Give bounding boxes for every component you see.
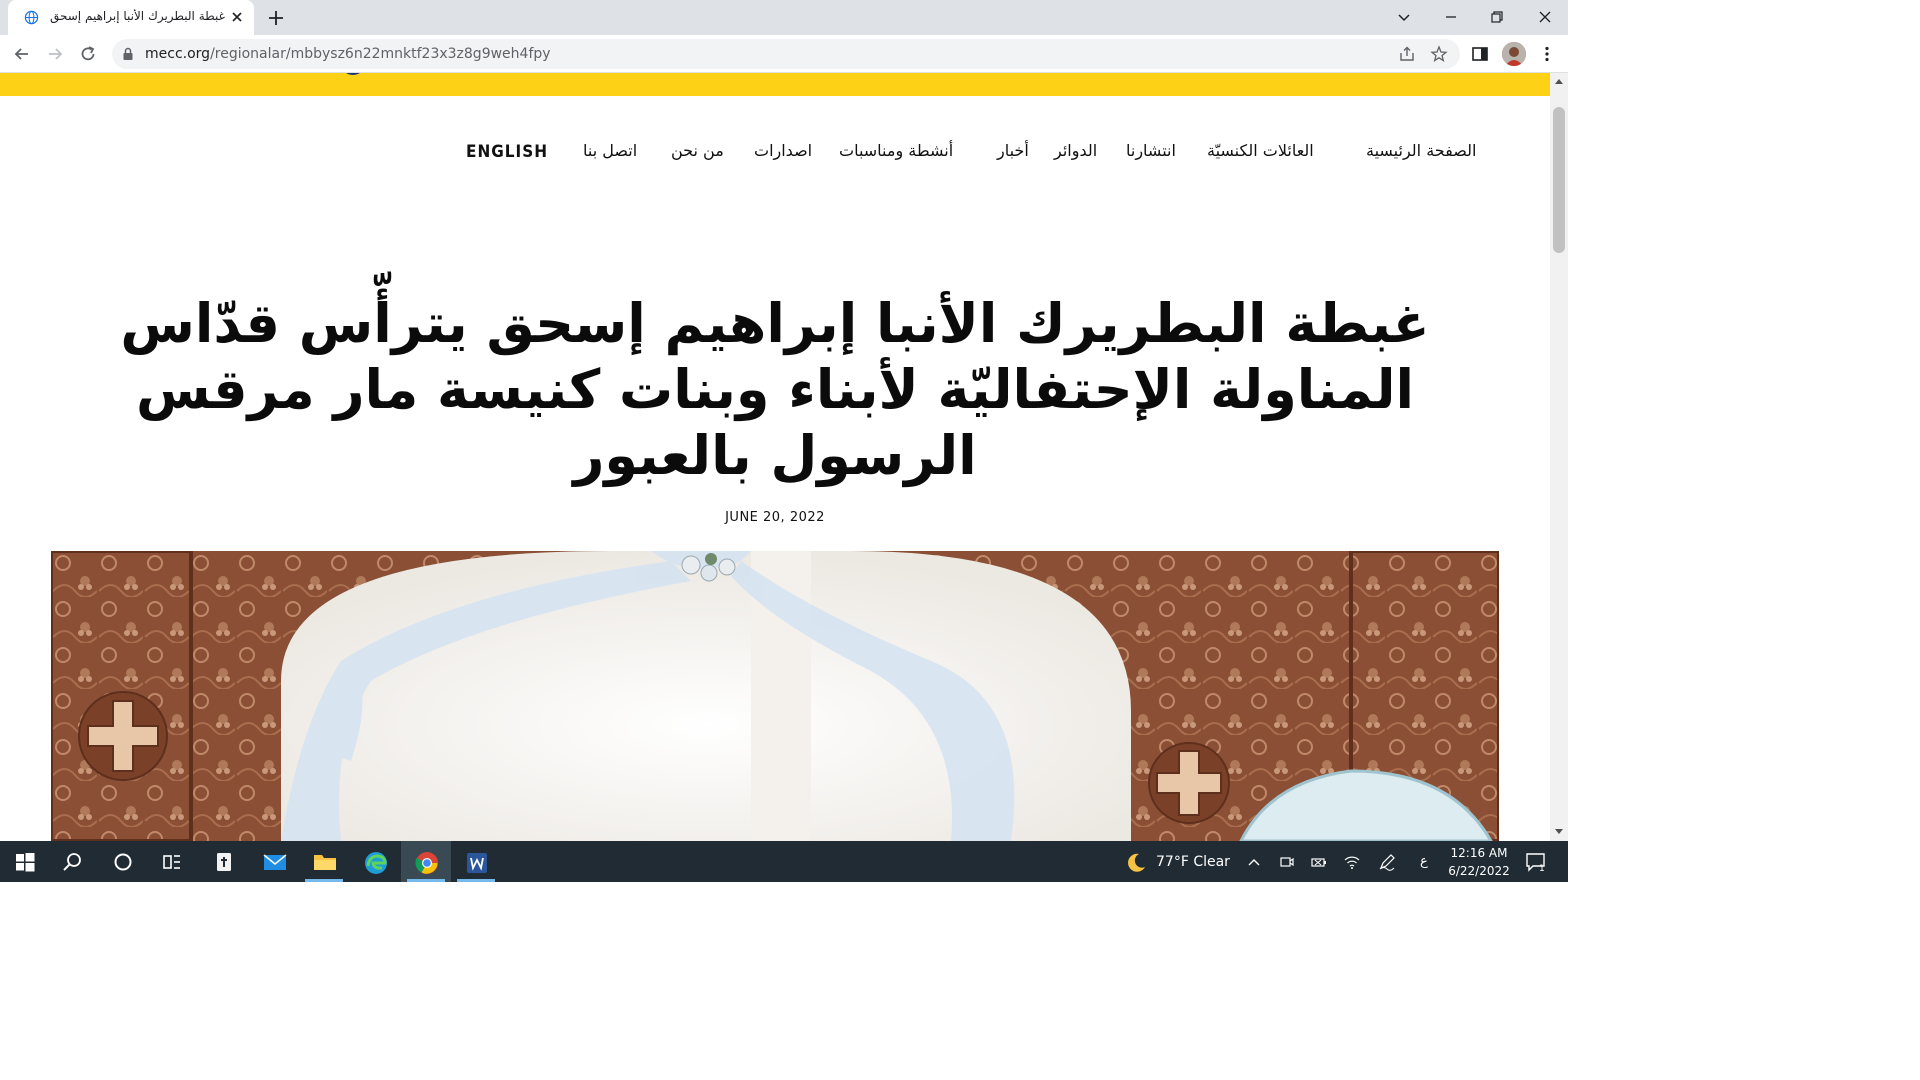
nav-item-departments[interactable]: الدوائر: [1054, 141, 1097, 165]
article-date: JUNE 20, 2022: [725, 510, 825, 525]
search-icon: [63, 853, 81, 871]
mail-icon: [263, 854, 287, 870]
language-switch-english[interactable]: ENGLISH: [466, 142, 548, 162]
chrome-icon: [415, 852, 438, 874]
clock-date: 6/22/2022: [1448, 864, 1510, 878]
share-icon[interactable]: [1398, 45, 1416, 63]
start-button[interactable]: [0, 841, 50, 882]
address-bar[interactable]: mecc.org/regionalar/mbbysz6n22mnktf23x3z…: [112, 39, 1460, 69]
close-tab-icon[interactable]: [230, 10, 244, 24]
nav-item-spread[interactable]: انتشارنا: [1126, 141, 1176, 165]
nav-item-families[interactable]: العائلات الكنسيّة: [1207, 141, 1314, 165]
avatar-image: [1502, 42, 1526, 66]
taskbar-file-explorer[interactable]: [299, 841, 349, 882]
moon-icon: [1128, 853, 1145, 872]
folder-icon: [314, 855, 336, 870]
taskbar-chrome[interactable]: [401, 841, 451, 882]
tab-title: غبطة البطريرك الأنبا إبراهيم إسحق: [50, 9, 225, 23]
url-text[interactable]: mecc.org/regionalar/mbbysz6n22mnktf23x3z…: [145, 46, 551, 62]
scroll-down-arrow[interactable]: [1555, 829, 1563, 834]
running-indicator: [305, 879, 343, 882]
nav-item-contact[interactable]: اتصل بنا: [583, 141, 637, 165]
system-clock[interactable]: 12:16 AM 6/22/2022: [1443, 844, 1515, 880]
tab-search-icon[interactable]: [1395, 8, 1413, 26]
windows-logo-icon: [16, 853, 35, 872]
article-hero-image: [51, 551, 1499, 841]
main-navigation: الصفحة الرئيسية العائلات الكنسيّة انتشار…: [0, 141, 1550, 165]
pen-ink-icon[interactable]: [1378, 853, 1396, 871]
page-scrollbar[interactable]: [1550, 73, 1568, 841]
browser-tab-strip: غبطة البطريرك الأنبا إبراهيم إسحق: [0, 0, 1568, 35]
running-indicator: [407, 879, 445, 882]
scroll-up-arrow[interactable]: [1555, 79, 1563, 84]
nav-item-home[interactable]: الصفحة الرئيسية: [1366, 141, 1476, 165]
windows-taskbar: 77°F Clear ع 12:16 AM 6/22/2022 1: [0, 841, 1568, 882]
web-page: الصفحة الرئيسية العائلات الكنسيّة انتشار…: [0, 73, 1568, 841]
browser-toolbar: mecc.org/regionalar/mbbysz6n22mnktf23x3z…: [0, 35, 1568, 73]
edge-icon: [365, 852, 387, 874]
cortana-button[interactable]: [98, 841, 148, 882]
clock-time: 12:16 AM: [1450, 846, 1508, 860]
site-logo-edge[interactable]: [340, 73, 366, 75]
wifi-icon[interactable]: [1343, 853, 1361, 871]
new-tab-button[interactable]: [266, 8, 286, 28]
reload-icon[interactable]: [78, 44, 98, 64]
bookmark-star-icon[interactable]: [1430, 45, 1448, 63]
weather-temperature: 77°F: [1156, 854, 1189, 870]
battery-icon[interactable]: [1310, 853, 1328, 871]
taskbar-bible-app[interactable]: [199, 841, 249, 882]
notification-count: 1: [1539, 864, 1545, 873]
site-header-bar: [0, 73, 1550, 96]
menu-kebab-icon[interactable]: [1537, 44, 1557, 64]
lock-icon[interactable]: [122, 47, 134, 61]
browser-tab[interactable]: غبطة البطريرك الأنبا إبراهيم إسحق: [8, 0, 254, 35]
url-host: mecc.org: [145, 46, 211, 62]
chevron-up-icon[interactable]: [1245, 853, 1263, 871]
globe-icon: [24, 10, 39, 25]
input-language-indicator[interactable]: ع: [1420, 854, 1428, 869]
forward-icon[interactable]: [45, 44, 65, 64]
taskbar-mail[interactable]: [249, 841, 299, 882]
notification-center-icon[interactable]: 1: [1524, 851, 1548, 873]
nav-item-publications[interactable]: اصدارات: [754, 141, 812, 165]
nav-item-about[interactable]: من نحن: [671, 141, 724, 165]
cortana-icon: [114, 853, 132, 871]
weather-widget[interactable]: 77°F Clear: [1122, 841, 1232, 882]
search-button[interactable]: [48, 841, 98, 882]
task-view-button[interactable]: [147, 841, 197, 882]
taskbar-word[interactable]: [451, 841, 501, 882]
close-window-icon[interactable]: [1536, 8, 1554, 26]
profile-avatar[interactable]: [1502, 42, 1526, 66]
url-path: /regionalar/mbbysz6n22mnktf23x3z8g9weh4f…: [210, 46, 551, 62]
minimize-icon[interactable]: [1442, 8, 1460, 26]
word-icon: [467, 853, 487, 873]
meet-now-icon[interactable]: [1278, 853, 1296, 871]
scroll-thumb[interactable]: [1553, 107, 1565, 253]
restore-icon[interactable]: [1488, 8, 1506, 26]
book-icon: [217, 853, 231, 871]
back-icon[interactable]: [12, 44, 32, 64]
nav-item-news[interactable]: أخبار: [997, 141, 1029, 165]
article-title: غبطة البطريرك الأنبا إبراهيم إسحق يترأّس…: [120, 292, 1430, 487]
side-panel-icon[interactable]: [1470, 44, 1490, 64]
nav-item-activities[interactable]: أنشطة ومناسبات: [839, 141, 953, 165]
hero-photo: [51, 551, 1499, 841]
running-indicator: [457, 879, 495, 882]
task-view-icon: [163, 855, 180, 869]
taskbar-edge[interactable]: [350, 841, 400, 882]
weather-condition: Clear: [1193, 854, 1230, 870]
